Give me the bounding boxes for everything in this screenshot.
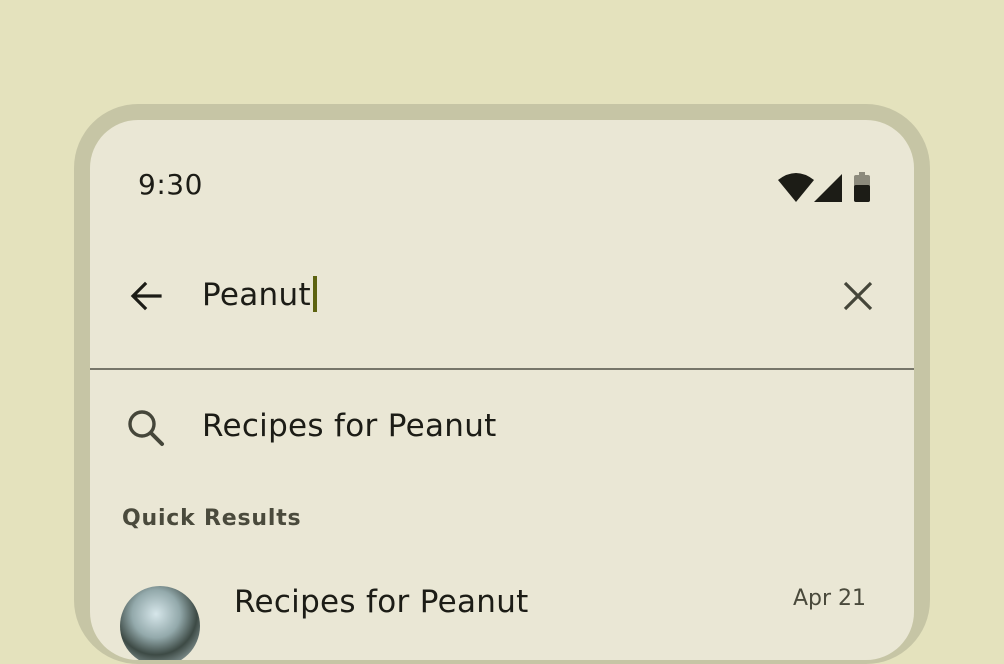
search-icon bbox=[122, 404, 170, 452]
search-bar: Peanut bbox=[90, 250, 914, 368]
status-bar: 9:30 bbox=[90, 120, 914, 250]
cellular-signal-icon bbox=[814, 174, 842, 202]
quick-result-item[interactable]: Recipes for Peanut Apr 21 bbox=[90, 576, 914, 660]
search-divider bbox=[90, 368, 914, 370]
search-query-text: Peanut bbox=[202, 277, 311, 313]
result-title: Recipes for Peanut bbox=[234, 584, 529, 620]
search-input[interactable]: Peanut bbox=[202, 270, 317, 320]
suggestion-label: Recipes for Peanut bbox=[202, 408, 497, 444]
avatar bbox=[120, 586, 200, 660]
back-button[interactable] bbox=[122, 272, 170, 320]
arrow-back-icon bbox=[130, 281, 162, 311]
quick-results-header: Quick Results bbox=[122, 506, 302, 531]
phone-screen: 9:30 Peanut Recipes for Peanut Quick Res… bbox=[90, 120, 914, 660]
wifi-icon bbox=[778, 173, 814, 202]
status-time: 9:30 bbox=[138, 168, 203, 201]
text-caret bbox=[312, 275, 317, 312]
battery-icon bbox=[854, 172, 870, 202]
close-icon bbox=[843, 281, 873, 311]
result-date: Apr 21 bbox=[792, 586, 866, 611]
clear-search-button[interactable] bbox=[834, 272, 882, 320]
search-suggestion[interactable]: Recipes for Peanut bbox=[90, 372, 914, 480]
